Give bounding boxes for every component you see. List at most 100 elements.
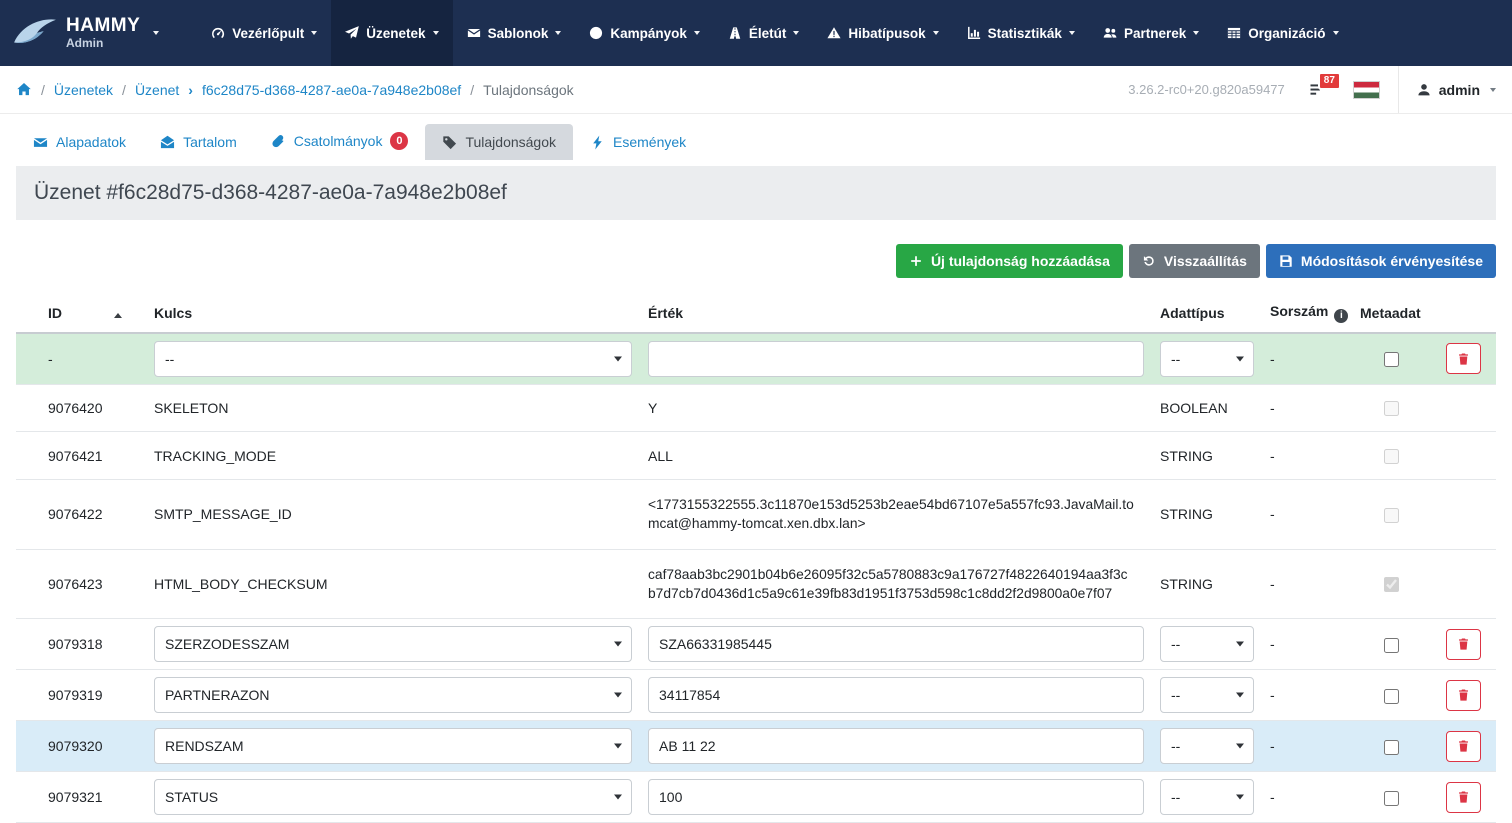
delete-row-button[interactable] (1446, 343, 1481, 374)
cell-actions (1430, 670, 1496, 721)
datatype-select[interactable]: -- (1160, 728, 1254, 764)
cell-datatype: -- (1152, 333, 1262, 385)
info-icon (1334, 309, 1348, 323)
metadata-checkbox (1384, 577, 1399, 592)
col-header-value[interactable]: Érték (640, 294, 1152, 333)
cell-value: Y (640, 384, 1152, 432)
breadcrumb-item-f6c28d75-d368-4287-ae0a-[interactable]: f6c28d75-d368-4287-ae0a-7a948e2b08ef (202, 82, 461, 98)
value-input[interactable] (648, 341, 1144, 377)
cell-id: 9076420 (16, 384, 146, 432)
value-input[interactable] (648, 626, 1144, 662)
nav-item-vezerlopult[interactable]: Vezérlőpult (197, 0, 331, 66)
chevron-down-icon (793, 31, 799, 35)
chevron-down-icon (614, 693, 622, 698)
delete-row-button[interactable] (1446, 629, 1481, 660)
key-select[interactable]: STATUS (154, 779, 632, 815)
datatype-select[interactable]: -- (1160, 677, 1254, 713)
metadata-checkbox[interactable] (1384, 791, 1399, 806)
brand[interactable]: HAMMY Admin (8, 0, 171, 66)
key-select[interactable]: SZERZODESSZAM (154, 626, 632, 662)
tag-icon (442, 135, 457, 150)
cell-metadata (1352, 772, 1430, 823)
breadcrumb-item-uzenetek[interactable]: Üzenetek (54, 82, 113, 98)
tab-csatolmanyok[interactable]: Csatolmányok0 (254, 122, 426, 160)
hungarian-flag-icon[interactable] (1353, 81, 1380, 99)
key-select[interactable]: PARTNERAZON (154, 677, 632, 713)
cell-id: 9076421 (16, 432, 146, 480)
cell-metadata (1352, 721, 1430, 772)
bolt-icon (590, 135, 605, 150)
cell-value (640, 772, 1152, 823)
metadata-checkbox[interactable] (1384, 352, 1399, 367)
chevron-down-icon (1236, 744, 1244, 749)
delete-row-button[interactable] (1446, 680, 1481, 711)
chevron-down-icon (933, 31, 939, 35)
metadata-checkbox (1384, 449, 1399, 464)
divider (1398, 66, 1399, 113)
col-header-ordinal[interactable]: Sorszám (1262, 294, 1352, 333)
cell-datatype: STRING (1152, 432, 1262, 480)
sort-asc-icon (114, 313, 122, 318)
envelope-icon (467, 26, 481, 40)
value-input[interactable] (648, 677, 1144, 713)
tab-alapadatok[interactable]: Alapadatok (16, 124, 143, 160)
metadata-checkbox[interactable] (1384, 740, 1399, 755)
cell-datatype: -- (1152, 670, 1262, 721)
col-header-metadata[interactable]: Metaadat (1352, 294, 1430, 333)
cell-datatype: -- (1152, 721, 1262, 772)
metadata-checkbox[interactable] (1384, 689, 1399, 704)
apply-changes-button[interactable]: Módosítások érvényesítése (1266, 244, 1496, 278)
tab-tartalom[interactable]: Tartalom (143, 124, 254, 160)
cell-value: caf78aab3bc2901b04b6e26095f32c5a5780883c… (640, 549, 1152, 619)
property-row: ------ (16, 333, 1496, 385)
metadata-checkbox[interactable] (1384, 638, 1399, 653)
envelope-icon (33, 135, 48, 150)
reset-button[interactable]: Visszaállítás (1129, 244, 1260, 278)
chevron-down-icon (1069, 31, 1075, 35)
nav-item-partnerek[interactable]: Partnerek (1089, 0, 1213, 66)
cell-id: 9076422 (16, 480, 146, 550)
tab-esemenyek[interactable]: Események (573, 124, 703, 160)
col-header-datatype[interactable]: Adattípus (1152, 294, 1262, 333)
user-menu[interactable]: admin (1417, 82, 1496, 98)
chevron-down-icon (614, 795, 622, 800)
notifications-button[interactable]: 87 (1309, 82, 1327, 97)
properties-table: ID Kulcs Érték Adattípus Sorszám Metaada… (16, 294, 1496, 823)
breadcrumb-separator: › (188, 82, 193, 98)
value-input[interactable] (648, 728, 1144, 764)
breadcrumb-home-link[interactable] (16, 82, 32, 97)
col-header-key[interactable]: Kulcs (146, 294, 640, 333)
datatype-select[interactable]: -- (1160, 779, 1254, 815)
cell-value (640, 721, 1152, 772)
datatype-select[interactable]: -- (1160, 341, 1254, 377)
nav-item-kampanyok[interactable]: Kampányok (575, 0, 714, 66)
datatype-select[interactable]: -- (1160, 626, 1254, 662)
cell-actions (1430, 549, 1496, 619)
chevron-down-icon (311, 31, 317, 35)
trash-icon (1457, 637, 1470, 651)
delete-row-button[interactable] (1446, 731, 1481, 762)
delete-row-button[interactable] (1446, 782, 1481, 813)
key-select[interactable]: -- (154, 341, 632, 377)
value-input[interactable] (648, 779, 1144, 815)
trash-icon (1457, 352, 1470, 366)
nav-item-eletut[interactable]: Életút (714, 0, 814, 66)
nav-item-hibatipusok[interactable]: Hibatípusok (813, 0, 952, 66)
page-title: Üzenet #f6c28d75-d368-4287-ae0a-7a948e2b… (34, 181, 507, 204)
cell-ordinal: - (1262, 549, 1352, 619)
cell-key: SKELETON (146, 384, 640, 432)
breadcrumb-item-uzenet[interactable]: Üzenet (135, 82, 179, 98)
cell-actions (1430, 384, 1496, 432)
key-select[interactable]: RENDSZAM (154, 728, 632, 764)
cell-datatype: STRING (1152, 480, 1262, 550)
property-row: 9079319PARTNERAZON--- (16, 670, 1496, 721)
tab-tulajdonsagok[interactable]: Tulajdonságok (425, 124, 573, 160)
col-header-id[interactable]: ID (16, 294, 146, 333)
properties-table-body: ------9076420SKELETONYBOOLEAN-9076421TRA… (16, 333, 1496, 823)
nav-item-statisztikak[interactable]: Statisztikák (953, 0, 1089, 66)
add-property-button[interactable]: Új tulajdonság hozzáadása (896, 244, 1123, 278)
nav-item-uzenetek[interactable]: Üzenetek (331, 0, 452, 66)
nav-item-sablonok[interactable]: Sablonok (453, 0, 576, 66)
property-row: 9079321STATUS--- (16, 772, 1496, 823)
nav-item-organizacio[interactable]: Organizáció (1213, 0, 1352, 66)
